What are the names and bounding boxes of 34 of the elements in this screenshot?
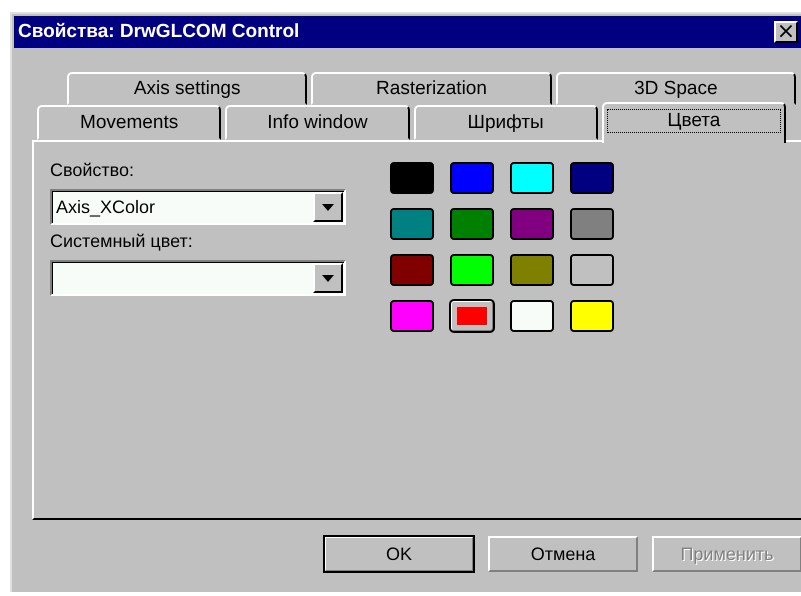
tab[interactable]: Rasterization xyxy=(311,72,552,105)
color-swatch[interactable] xyxy=(450,162,494,194)
color-swatch[interactable] xyxy=(450,208,494,240)
color-swatch[interactable] xyxy=(510,162,554,194)
tab[interactable]: Шрифты xyxy=(414,105,598,140)
color-swatch[interactable] xyxy=(390,162,434,194)
color-swatch[interactable] xyxy=(390,300,434,332)
dropdown[interactable]: Axis_XColor xyxy=(50,189,346,225)
dialog-button[interactable]: OK xyxy=(324,536,474,572)
caret-icon xyxy=(322,204,334,210)
field-label: Системный цвет: xyxy=(50,231,194,252)
color-swatch[interactable] xyxy=(570,162,614,194)
dialog-button[interactable]: Отмена xyxy=(488,536,638,572)
tab[interactable]: Info window xyxy=(225,105,410,140)
color-swatch[interactable] xyxy=(510,300,554,332)
color-swatch[interactable] xyxy=(510,208,554,240)
tab[interactable]: Axis settings xyxy=(67,72,308,105)
color-swatch[interactable] xyxy=(570,254,614,286)
window-title: Свойства: DrwGLCOM Control xyxy=(18,21,300,43)
tab[interactable]: Movements xyxy=(37,105,222,140)
color-swatch[interactable] xyxy=(570,208,614,240)
dropdown-button[interactable] xyxy=(313,192,343,222)
color-swatch[interactable] xyxy=(570,300,614,332)
dropdown[interactable] xyxy=(50,260,346,296)
tab[interactable]: 3D Space xyxy=(556,72,796,105)
caret-icon xyxy=(322,274,334,282)
dropdown-button[interactable] xyxy=(313,263,343,293)
close-button[interactable]: × xyxy=(774,21,798,43)
color-swatch[interactable] xyxy=(510,254,554,286)
field-label: Свойство: xyxy=(50,160,136,181)
color-swatch[interactable] xyxy=(450,254,494,286)
color-swatch[interactable] xyxy=(390,254,434,286)
tab[interactable]: Цвета xyxy=(602,102,786,143)
color-swatch[interactable] xyxy=(390,208,434,240)
